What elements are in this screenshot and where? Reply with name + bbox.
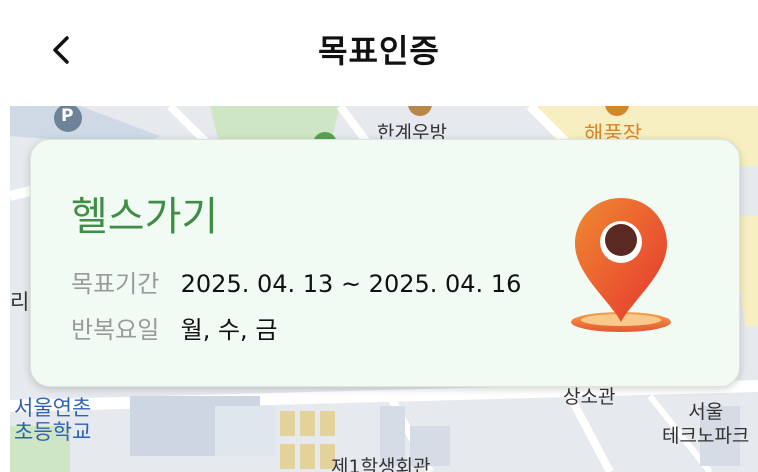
page-title: 목표인증 (318, 32, 440, 70)
top-bar: 목표인증 (0, 0, 758, 100)
goal-card: 헬스가기 목표기간 2025. 04. 13 ~ 2025. 04. 16 반복… (30, 139, 740, 387)
map-label-school: 서울연촌 초등학교 (14, 396, 92, 444)
repeat-days-row: 반복요일 월, 수, 금 (71, 310, 277, 345)
location-pin-icon (571, 198, 671, 332)
period-value: 2025. 04. 13 ~ 2025. 04. 16 (180, 270, 522, 298)
repeat-value: 월, 수, 금 (180, 316, 278, 344)
map-label-left: 리 (10, 290, 30, 314)
period-label: 목표기간 (71, 270, 160, 298)
map-label-techno: 서울 테크노파크 (662, 401, 750, 447)
goal-period-row: 목표기간 2025. 04. 13 ~ 2025. 04. 16 (71, 264, 521, 299)
repeat-label: 반복요일 (71, 316, 160, 344)
parking-icon: P (61, 106, 74, 126)
goal-name: 헬스가기 (71, 194, 219, 240)
map-label-student-hall: 제1학생회관 (331, 456, 431, 472)
